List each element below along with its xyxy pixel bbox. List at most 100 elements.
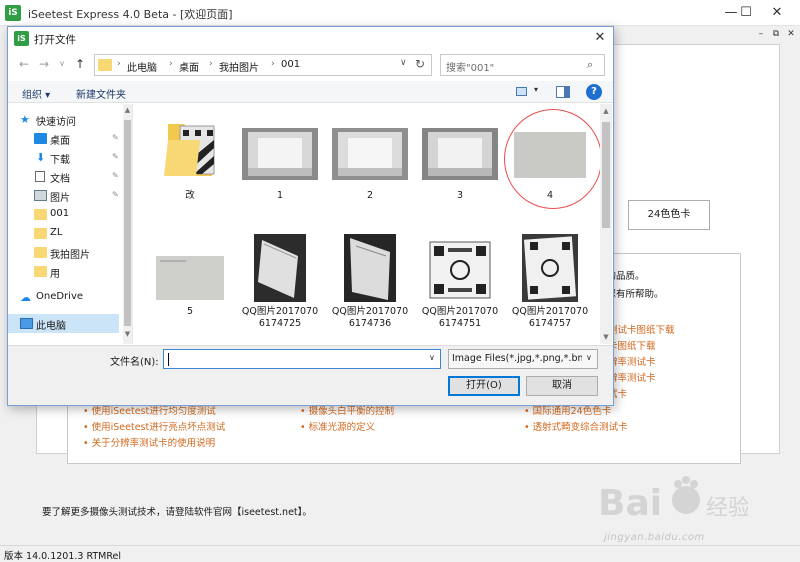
organize-button[interactable]: 组织 ▾ [22, 86, 50, 101]
back-button[interactable]: ← [16, 56, 32, 72]
dialog-toolbar: 组织 ▾ 新建文件夹 ▾ ? [8, 81, 613, 103]
nav-item-yong[interactable]: 用 [8, 262, 119, 281]
change-view-button[interactable]: ▾ [516, 85, 542, 99]
nav-item-label: 001 [50, 208, 70, 219]
svg-text:经验: 经验 [706, 496, 748, 521]
help-link[interactable]: • 标准光源的定义 [300, 419, 375, 433]
preview-pane-button[interactable] [556, 86, 570, 98]
nav-item-my-photos[interactable]: 我拍图片 [8, 243, 119, 262]
test-chart-thumbnail [522, 234, 578, 302]
scroll-down-icon[interactable]: ▼ [600, 330, 612, 344]
desktop-icon [34, 133, 47, 144]
nav-item-downloads[interactable]: ⬇ 下载 ✎ [8, 148, 119, 167]
mdi-restore-button[interactable]: ⧉ [770, 27, 782, 41]
file-name: 改 [185, 190, 195, 201]
test-chart-thumbnail [429, 241, 491, 299]
open-file-dialog: iS 打开文件 ✕ ← → ∨ ↑ › 此电脑 › 桌面 › 我拍图片 › 00… [7, 26, 614, 406]
breadcrumb-separator: › [271, 59, 275, 69]
breadcrumb-item[interactable]: 此电脑 [127, 59, 157, 74]
nav-item-documents[interactable]: 文档 ✎ [8, 167, 119, 186]
recent-locations-button[interactable]: ∨ [54, 56, 70, 72]
status-bar: 版本 14.0.1201.3 RTMRel [0, 545, 800, 562]
scroll-up-icon[interactable]: ▲ [123, 106, 132, 118]
breadcrumb-item[interactable]: 001 [281, 59, 300, 70]
highlight-circle [504, 109, 600, 209]
forward-button[interactable]: → [36, 56, 52, 72]
nav-item-label: OneDrive [36, 291, 84, 302]
chart-photo-thumbnail [344, 234, 396, 302]
help-link[interactable]: • 关于分辨率测试卡的使用说明 [83, 435, 215, 449]
search-placeholder: 搜索"001" [446, 63, 495, 74]
version-text: 版本 14.0.1201.3 RTMRel [4, 551, 122, 562]
address-dropdown-button[interactable]: ∨ [400, 58, 407, 68]
up-button[interactable]: ↑ [72, 56, 88, 72]
breadcrumb-separator: › [209, 59, 213, 69]
scroll-up-icon[interactable]: ▲ [600, 104, 612, 118]
baidu-watermark-logo: Bai 经验 [598, 476, 748, 524]
breadcrumb-item[interactable]: 桌面 [179, 59, 199, 74]
help-link[interactable]: 测试卡图纸下载 [608, 322, 675, 336]
scroll-down-icon[interactable]: ▼ [123, 330, 132, 342]
nav-item-this-pc[interactable]: 此电脑 [8, 314, 119, 333]
preview-pane-icon [564, 87, 569, 97]
breadcrumb-separator: › [169, 59, 173, 69]
website-note: 要了解更多摄像头测试技术，请登陆软件官网【iseetest.net】。 [42, 507, 312, 518]
app-titlebar: iS iSeetest Express 4.0 Beta - [欢迎页面] — … [0, 0, 800, 26]
pin-icon: ✎ [112, 152, 119, 161]
arrow-right-icon: → [38, 57, 50, 71]
refresh-button[interactable]: ↻ [415, 57, 425, 71]
dialog-titlebar: iS 打开文件 ✕ [8, 27, 613, 49]
mdi-close-button[interactable]: ✕ [785, 27, 797, 41]
nav-item-onedrive[interactable]: ☁ OneDrive [8, 288, 119, 307]
lightbox-photo-thumbnail [242, 128, 318, 180]
help-link[interactable]: • 透射式畸变综合测试卡 [524, 419, 628, 433]
dialog-close-button[interactable]: ✕ [590, 28, 610, 48]
file-type-value: Image Files(*.jpg,*.png,*.bmp [452, 353, 582, 364]
file-name: 5 [186, 306, 194, 317]
cloud-icon: ☁ [20, 291, 31, 304]
help-link[interactable]: 辨率测试卡 [608, 370, 656, 384]
filename-input[interactable]: ∨ [163, 349, 441, 369]
nav-item-001[interactable]: 001 [8, 205, 119, 224]
scrollbar-thumb[interactable] [602, 122, 610, 228]
help-link[interactable]: 辨率测试卡 [608, 354, 656, 368]
nav-item-zl[interactable]: ZL [8, 224, 119, 243]
dialog-footer: 文件名(N): ∨ Image Files(*.jpg,*.png,*.bmp … [8, 345, 613, 405]
breadcrumb-separator: › [117, 59, 121, 69]
app-logo-icon: iS [5, 5, 21, 21]
gray-card-thumbnail [156, 256, 224, 300]
nav-item-label: ZL [50, 227, 63, 238]
nav-item-label: 文档 [50, 174, 70, 185]
chevron-down-icon[interactable]: ∨ [429, 353, 435, 362]
nav-item-quick-access[interactable]: ★ 快速访问 [8, 110, 119, 129]
mdi-minimize-button[interactable]: – [755, 27, 767, 41]
breadcrumb-item[interactable]: 我拍图片 [219, 59, 259, 74]
help-button[interactable]: ? [586, 84, 602, 100]
file-type-select[interactable]: Image Files(*.jpg,*.png,*.bmp ∨ [448, 349, 598, 369]
file-list: 改 1 2 3 4 5 QQ图片20170706174725 QQ图片20170… [134, 104, 600, 344]
nav-pane-scrollbar[interactable]: ▲ ▼ [123, 104, 132, 344]
file-list-scrollbar[interactable]: ▲ ▼ [600, 104, 612, 344]
nav-item-pictures[interactable]: 图片 ✎ [8, 186, 119, 205]
help-link[interactable]: • 使用iSeetest进行亮点坏点测试 [83, 419, 225, 433]
address-bar[interactable]: › 此电脑 › 桌面 › 我拍图片 › 001 ∨ ↻ [94, 54, 432, 76]
chevron-down-icon: ∨ [400, 58, 407, 68]
file-name: QQ图片20170706174757 [511, 306, 589, 329]
close-button[interactable]: ✕ [754, 0, 800, 26]
watermark-text: jingyan.baidu.com [604, 532, 705, 543]
cancel-button[interactable]: 取消 [526, 376, 598, 396]
chart-24-color-button[interactable]: 24色色卡 [628, 200, 710, 230]
new-folder-button[interactable]: 新建文件夹 [76, 86, 126, 101]
download-icon: ⬇ [36, 151, 46, 164]
pictures-icon [34, 190, 47, 201]
help-link[interactable]: 卡图纸下载 [608, 338, 656, 352]
open-button[interactable]: 打开(O) [448, 376, 520, 396]
pin-icon: ✎ [112, 133, 119, 142]
nav-item-label: 快速访问 [36, 117, 76, 128]
pin-icon: ✎ [112, 190, 119, 199]
maximize-icon: ☐ [740, 5, 752, 20]
search-input[interactable]: 搜索"001" ⌕ [440, 54, 605, 76]
nav-item-desktop[interactable]: 桌面 ✎ [8, 129, 119, 148]
scrollbar-thumb[interactable] [124, 120, 131, 326]
search-icon: ⌕ [587, 58, 594, 71]
